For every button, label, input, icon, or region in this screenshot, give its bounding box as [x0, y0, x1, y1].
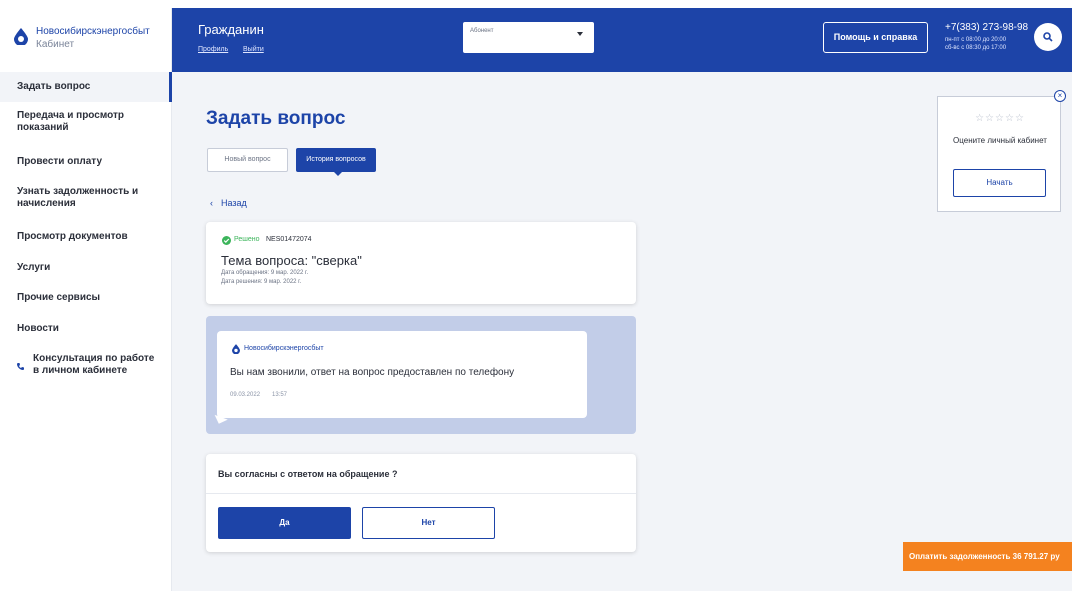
- sidebar-item-other-services[interactable]: Прочие сервисы: [0, 292, 172, 304]
- no-button[interactable]: Нет: [362, 507, 495, 539]
- message-bubble: Новосибирскэнергосбыт Вы нам звонили, от…: [217, 331, 587, 418]
- sidebar-item-documents[interactable]: Просмотр документов: [0, 231, 172, 243]
- message-thread: Новосибирскэнергосбыт Вы нам звонили, от…: [206, 316, 636, 434]
- sidebar-item-label: Услуги: [17, 262, 51, 273]
- rating-stars[interactable]: ☆☆☆☆☆: [938, 113, 1062, 124]
- sidebar-item-label: Просмотр документов: [17, 231, 128, 242]
- ticket-id: NES01472074: [266, 236, 312, 243]
- sidebar-item-label: Прочие сервисы: [17, 292, 101, 303]
- brand[interactable]: Новосибирскэнергосбыт Кабинет: [0, 8, 172, 72]
- rating-prompt: Оцените личный кабинет: [953, 136, 1047, 145]
- check-circle-icon: [222, 236, 231, 245]
- rating-start-button[interactable]: Начать: [953, 169, 1046, 197]
- sidebar-item-label: Передача и просмотр показаний: [17, 110, 124, 133]
- back-label: Назад: [221, 198, 247, 208]
- support-phone[interactable]: +7(383) 273-98-98: [945, 22, 1028, 33]
- close-icon[interactable]: ×: [1054, 90, 1066, 102]
- hours-weekend: сб-вс с 08:30 до 17:00: [945, 45, 1007, 51]
- account-select-label: Абонент: [470, 28, 494, 34]
- sidebar-item-label: Консультация по работе в личном кабинете: [33, 353, 155, 376]
- divider: [206, 493, 636, 494]
- search-button[interactable]: [1034, 23, 1062, 51]
- chevron-left-icon: ‹: [210, 198, 213, 208]
- status-badge: Решено: [234, 236, 260, 243]
- sidebar-item-label: Провести оплату: [17, 156, 103, 167]
- back-link[interactable]: ‹ Назад: [210, 198, 247, 208]
- search-icon: [1043, 32, 1053, 42]
- sidebar-item-consultation[interactable]: Консультация по работе в личном кабинете: [0, 353, 160, 377]
- hours-weekdays: пн-пт с 08:00 до 20:00: [945, 37, 1007, 43]
- user-type-title: Гражданин: [198, 22, 264, 37]
- brand-subtitle: Кабинет: [36, 39, 75, 50]
- sidebar-item-payment[interactable]: Провести оплату: [0, 156, 172, 168]
- profile-link[interactable]: Профиль: [198, 46, 228, 53]
- drop-logo-icon: [14, 28, 28, 45]
- phone-icon: [17, 363, 24, 370]
- rating-widget: ☆☆☆☆☆ Оцените личный кабинет Начать: [937, 96, 1061, 212]
- page-title: Задать вопрос: [206, 108, 346, 129]
- sidebar-item-services[interactable]: Услуги: [0, 262, 172, 274]
- agreement-question: Вы согласны с ответом на обращение ?: [218, 469, 398, 479]
- message-sender: Новосибирскэнергосбыт: [244, 345, 324, 352]
- question-card: Решено NES01472074 Тема вопроса: "сверка…: [206, 222, 636, 304]
- agreement-card: Вы согласны с ответом на обращение ? Да …: [206, 454, 636, 552]
- question-topic: Тема вопроса: "сверка": [221, 253, 362, 268]
- brand-name: Новосибирскэнергосбыт: [36, 26, 150, 37]
- top-strip: [0, 0, 1072, 8]
- message-time: 13:57: [272, 392, 288, 398]
- sidebar-item-readings[interactable]: Передача и просмотр показаний: [0, 110, 130, 134]
- account-select[interactable]: Абонент: [463, 22, 594, 53]
- sidebar-item-label: Задать вопрос: [17, 81, 91, 92]
- message-date: 09.03.2022: [230, 392, 261, 398]
- request-date: Дата обращения: 9 мар. 2022 г.: [221, 270, 309, 276]
- sidebar-item-news[interactable]: Новости: [0, 323, 172, 335]
- resolve-date: Дата решения: 9 мар. 2022 г.: [221, 279, 302, 285]
- sidebar: Новосибирскэнергосбыт Кабинет Задать воп…: [0, 8, 172, 591]
- pay-debt-button[interactable]: Оплатить задолженность 36 791.27 ру: [903, 542, 1072, 571]
- tab-question-history[interactable]: История вопросов: [296, 148, 376, 176]
- logout-link[interactable]: Выйти: [243, 46, 264, 53]
- sidebar-item-label: Новости: [17, 323, 59, 334]
- sidebar-item-label: Узнать задолженность и начисления: [17, 186, 139, 209]
- sidebar-item-debt[interactable]: Узнать задолженность и начисления: [0, 186, 150, 210]
- yes-button[interactable]: Да: [218, 507, 351, 539]
- sidebar-item-ask-question[interactable]: Задать вопрос: [0, 72, 172, 102]
- help-button[interactable]: Помощь и справка: [823, 22, 928, 53]
- chevron-down-icon: [577, 32, 583, 36]
- tab-new-question[interactable]: Новый вопрос: [207, 148, 288, 172]
- drop-logo-icon: [232, 344, 240, 354]
- main-content: Задать вопрос Новый вопрос История вопро…: [172, 72, 1072, 591]
- message-text: Вы нам звонили, ответ на вопрос предоста…: [230, 367, 515, 378]
- header: Гражданин Профиль Выйти Абонент Помощь и…: [172, 8, 1072, 72]
